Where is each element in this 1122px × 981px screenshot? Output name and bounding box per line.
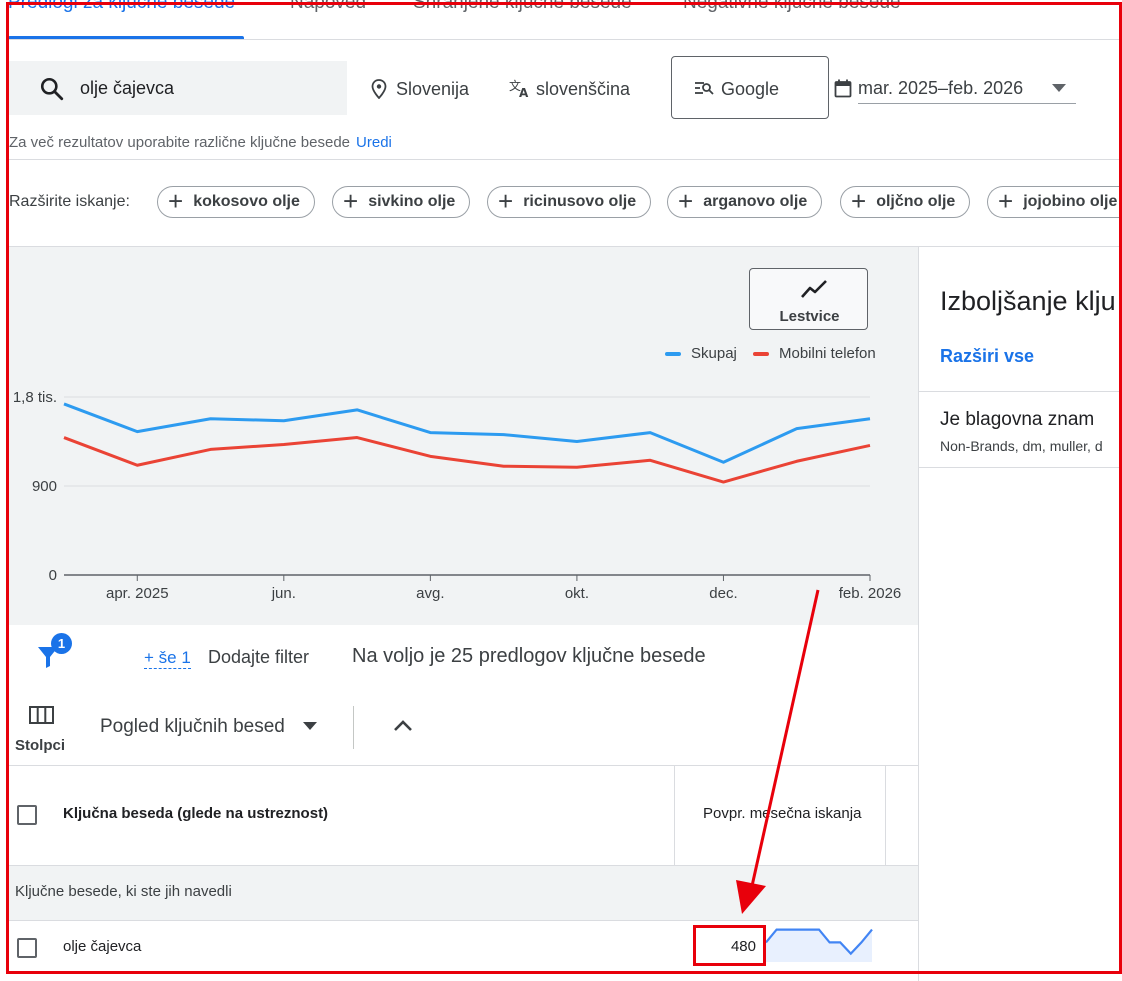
annotation-arrow (736, 589, 820, 914)
